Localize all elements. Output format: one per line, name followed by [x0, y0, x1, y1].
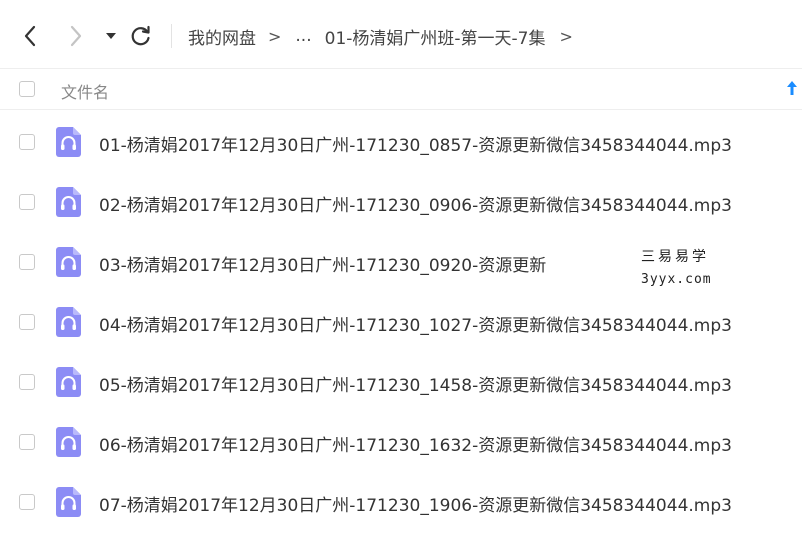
audio-file-icon — [56, 487, 81, 517]
file-name[interactable]: 02-杨清娟2017年12月30日广州-171230_0906-资源更新微信34… — [99, 191, 732, 216]
toolbar-divider — [171, 24, 172, 48]
forward-arrow-icon[interactable] — [64, 22, 88, 50]
back-arrow-icon[interactable] — [18, 22, 42, 50]
audio-file-icon — [56, 187, 81, 217]
file-row[interactable]: 06-杨清娟2017年12月30日广州-171230_1632-资源更新微信34… — [0, 412, 802, 472]
file-name[interactable]: 04-杨清娟2017年12月30日广州-171230_1027-资源更新微信34… — [99, 311, 732, 336]
file-row[interactable]: 07-杨清娟2017年12月30日广州-171230_1906-资源更新微信34… — [0, 472, 802, 532]
file-row-checkbox[interactable] — [19, 314, 35, 330]
file-name[interactable]: 07-杨清娟2017年12月30日广州-171230_1906-资源更新微信34… — [99, 491, 732, 516]
column-header-filename[interactable]: 文件名 — [61, 79, 109, 103]
file-name[interactable]: 01-杨清娟2017年12月30日广州-171230_0857-资源更新微信34… — [99, 131, 732, 156]
file-name[interactable]: 06-杨清娟2017年12月30日广州-171230_1632-资源更新微信34… — [99, 431, 732, 456]
audio-file-icon — [56, 127, 81, 157]
select-all-checkbox[interactable] — [19, 81, 35, 97]
file-row[interactable]: 05-杨清娟2017年12月30日广州-171230_1458-资源更新微信34… — [0, 352, 802, 412]
breadcrumb-separator: > — [268, 26, 282, 46]
file-row-checkbox[interactable] — [19, 494, 35, 510]
file-row-checkbox[interactable] — [19, 434, 35, 450]
breadcrumb: 我的网盘 > ... 01-杨清娟广州班-第一天-7集 > — [188, 24, 587, 49]
dropdown-caret-icon[interactable] — [99, 22, 123, 50]
file-row-checkbox[interactable] — [19, 194, 35, 210]
audio-file-icon — [56, 427, 81, 457]
watermark: 三易易学 3yyx.com — [641, 246, 712, 287]
breadcrumb-ellipsis[interactable]: ... — [295, 26, 311, 46]
file-row[interactable]: 02-杨清娟2017年12月30日广州-171230_0906-资源更新微信34… — [0, 172, 802, 232]
file-row-checkbox[interactable] — [19, 254, 35, 270]
breadcrumb-current[interactable]: 01-杨清娟广州班-第一天-7集 — [325, 24, 546, 49]
audio-file-icon — [56, 247, 81, 277]
file-row-checkbox[interactable] — [19, 374, 35, 390]
file-row[interactable]: 01-杨清娟2017年12月30日广州-171230_0857-资源更新微信34… — [0, 112, 802, 172]
refresh-icon[interactable] — [129, 22, 153, 50]
watermark-line1: 三易易学 — [641, 249, 709, 265]
file-row-checkbox[interactable] — [19, 134, 35, 150]
file-list-header: 文件名 — [0, 68, 802, 110]
breadcrumb-separator: > — [559, 26, 573, 46]
file-name[interactable]: 03-杨清娟2017年12月30日广州-171230_0920-资源更新 — [99, 251, 546, 276]
toolbar: 我的网盘 > ... 01-杨清娟广州班-第一天-7集 > — [0, 0, 802, 68]
audio-file-icon — [56, 307, 81, 337]
watermark-line2: 3yyx.com — [641, 272, 712, 287]
breadcrumb-root[interactable]: 我的网盘 — [188, 24, 256, 49]
audio-file-icon — [56, 367, 81, 397]
file-name[interactable]: 05-杨清娟2017年12月30日广州-171230_1458-资源更新微信34… — [99, 371, 732, 396]
sort-ascending-icon[interactable] — [786, 80, 798, 100]
file-row[interactable]: 04-杨清娟2017年12月30日广州-171230_1027-资源更新微信34… — [0, 292, 802, 352]
